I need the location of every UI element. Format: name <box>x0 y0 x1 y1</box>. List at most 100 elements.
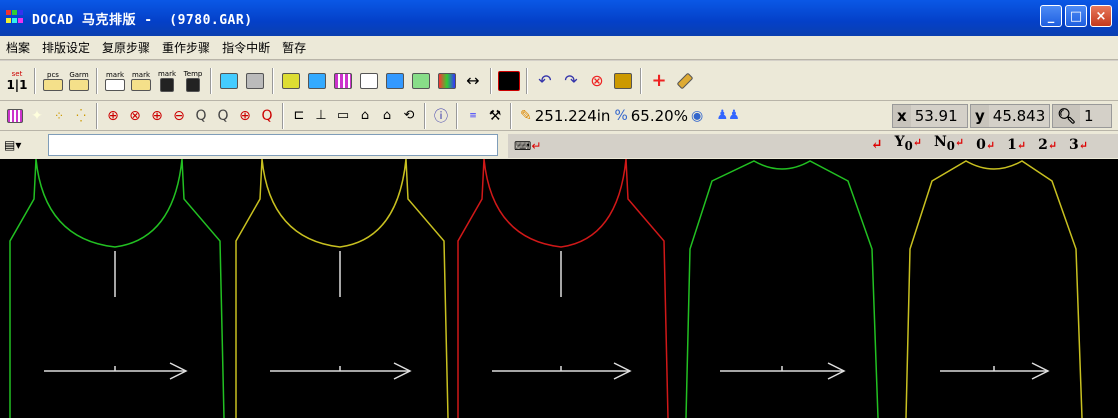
size-button[interactable]: ≡ <box>462 105 484 127</box>
undo-button[interactable]: ↶ <box>532 67 558 95</box>
screen-icon <box>498 70 520 91</box>
grid-button[interactable] <box>330 67 356 95</box>
mark-new-button[interactable]: mark <box>102 67 128 95</box>
mark-save-button[interactable]: mark <box>154 67 180 95</box>
temp-save-button[interactable]: Temp <box>180 67 206 95</box>
people-button[interactable]: ♟♟ <box>717 105 740 127</box>
display-button[interactable] <box>496 67 522 95</box>
size-icon: ≡ <box>469 110 477 121</box>
pattern-piece-5[interactable] <box>905 160 1083 418</box>
enter-icon[interactable]: ↵ <box>871 137 883 153</box>
efficiency-icon: % <box>614 107 628 124</box>
grid-toggle-button[interactable] <box>4 105 26 127</box>
report-icon <box>412 72 430 89</box>
garm-label: Garm <box>69 70 89 79</box>
mark-open-button[interactable]: mark <box>128 67 154 95</box>
flag-2[interactable]: 2↵ <box>1038 137 1057 153</box>
menu-interrupt[interactable]: 指令中断 <box>216 39 276 56</box>
align-left-button[interactable]: ⊏ <box>288 105 310 127</box>
zoom-fit-button[interactable]: Q <box>256 105 278 127</box>
monitor-button[interactable] <box>304 67 330 95</box>
pattern-piece-2[interactable] <box>235 159 449 418</box>
piece-icon: ⌂ <box>360 108 370 123</box>
pattern-piece-4[interactable] <box>685 160 879 418</box>
zoom-reset-icon: ⊗ <box>129 107 141 124</box>
plot-button[interactable] <box>216 67 242 95</box>
toolbar-separator <box>456 102 458 129</box>
auto-button[interactable] <box>434 67 460 95</box>
ruler-icon <box>676 72 694 89</box>
pcs-button[interactable]: pcs <box>40 67 66 95</box>
tools-button[interactable]: ⚒ <box>484 105 506 127</box>
x-value: 53.91 <box>914 107 958 125</box>
dots-button[interactable]: ⁘ <box>48 105 70 127</box>
redo-icon: ↷ <box>564 71 578 90</box>
zoom-all-button[interactable]: ⊕ <box>234 105 256 127</box>
pointer-button[interactable]: ✦ <box>26 105 48 127</box>
ruler-button[interactable] <box>672 67 698 95</box>
book-button[interactable] <box>610 67 636 95</box>
y-value: 45.843 <box>992 107 1046 125</box>
zoom-prev-icon: Q <box>217 107 229 124</box>
redo-button[interactable]: ↷ <box>558 67 584 95</box>
flag-3[interactable]: 3↵ <box>1069 137 1088 153</box>
pencil-icon <box>282 72 300 89</box>
stack-button[interactable] <box>382 67 408 95</box>
zoom-prev-button[interactable]: Q <box>212 105 234 127</box>
pattern-piece-3[interactable] <box>457 159 669 418</box>
zoom-button[interactable]: ⊕ <box>102 105 124 127</box>
keyboard-icon[interactable]: ⌨↵ <box>514 139 541 153</box>
report-button[interactable] <box>408 67 434 95</box>
zoom-in-button[interactable]: ⊕ <box>146 105 168 127</box>
open-folder-icon <box>131 78 151 91</box>
marker-canvas[interactable] <box>0 159 1118 418</box>
chevron-down-icon: ▾ <box>15 138 22 152</box>
zoom-out-button[interactable]: ⊖ <box>168 105 190 127</box>
flag-1[interactable]: 1↵ <box>1007 137 1026 153</box>
command-input[interactable] <box>48 134 498 156</box>
print-button[interactable] <box>242 67 268 95</box>
copy-button[interactable] <box>356 67 382 95</box>
pcs-label: pcs <box>47 70 59 79</box>
open-folder-icon <box>69 78 89 91</box>
fabric-icon: ▭ <box>336 108 350 123</box>
piece-copy-button[interactable]: ⌂ <box>376 105 398 127</box>
zoom-fit-icon: Q <box>261 107 273 124</box>
mark-label: mark <box>157 69 177 78</box>
info-button[interactable]: ⓘ <box>430 105 452 127</box>
menu-layout-settings[interactable]: 排版设定 <box>36 39 96 56</box>
cancel-button[interactable]: ⊗ <box>584 67 610 95</box>
command-dropdown[interactable]: ▤ ▾ <box>4 135 36 155</box>
flag-n[interactable]: N0↵ <box>934 134 964 153</box>
menu-redo[interactable]: 重作步骤 <box>156 39 216 56</box>
snap-button[interactable]: ⁛ <box>70 105 92 127</box>
add-button[interactable]: + <box>646 67 672 95</box>
menu-file[interactable]: 档案 <box>0 39 36 56</box>
menu-temp-save[interactable]: 暂存 <box>276 39 312 56</box>
tools-icon: ⚒ <box>488 107 502 124</box>
zoom-value: 1 <box>1084 107 1094 125</box>
zoom-reset-button[interactable]: ⊗ <box>124 105 146 127</box>
measure-button[interactable]: ↔ <box>460 67 486 95</box>
magnifier-icon: 🔍︎ <box>1053 105 1081 127</box>
garm-button[interactable]: Garm <box>66 67 92 95</box>
flag-0[interactable]: 0↵ <box>976 137 995 153</box>
zoom-window-button[interactable]: Q <box>190 105 212 127</box>
fabric-button[interactable]: ▭ <box>332 105 354 127</box>
align-center-button[interactable]: ⊥ <box>310 105 332 127</box>
pattern-piece-1[interactable] <box>9 159 225 418</box>
piece-button[interactable]: ⌂ <box>354 105 376 127</box>
menu-undo[interactable]: 复原步骤 <box>96 39 156 56</box>
close-button[interactable]: × <box>1090 5 1112 27</box>
plotter-icon <box>220 72 238 89</box>
y-label: y <box>971 105 989 127</box>
grid-icon <box>7 108 23 123</box>
edit-button[interactable] <box>278 67 304 95</box>
flip-button[interactable]: ⟲ <box>398 105 420 127</box>
monitor-icon <box>308 72 326 89</box>
set-button[interactable]: set 1|1 <box>4 67 30 95</box>
minimize-button[interactable]: _ <box>1040 5 1062 27</box>
toolbar-separator <box>526 67 528 94</box>
maximize-button[interactable]: □ <box>1065 5 1087 27</box>
flag-y[interactable]: Y0↵ <box>895 134 922 153</box>
